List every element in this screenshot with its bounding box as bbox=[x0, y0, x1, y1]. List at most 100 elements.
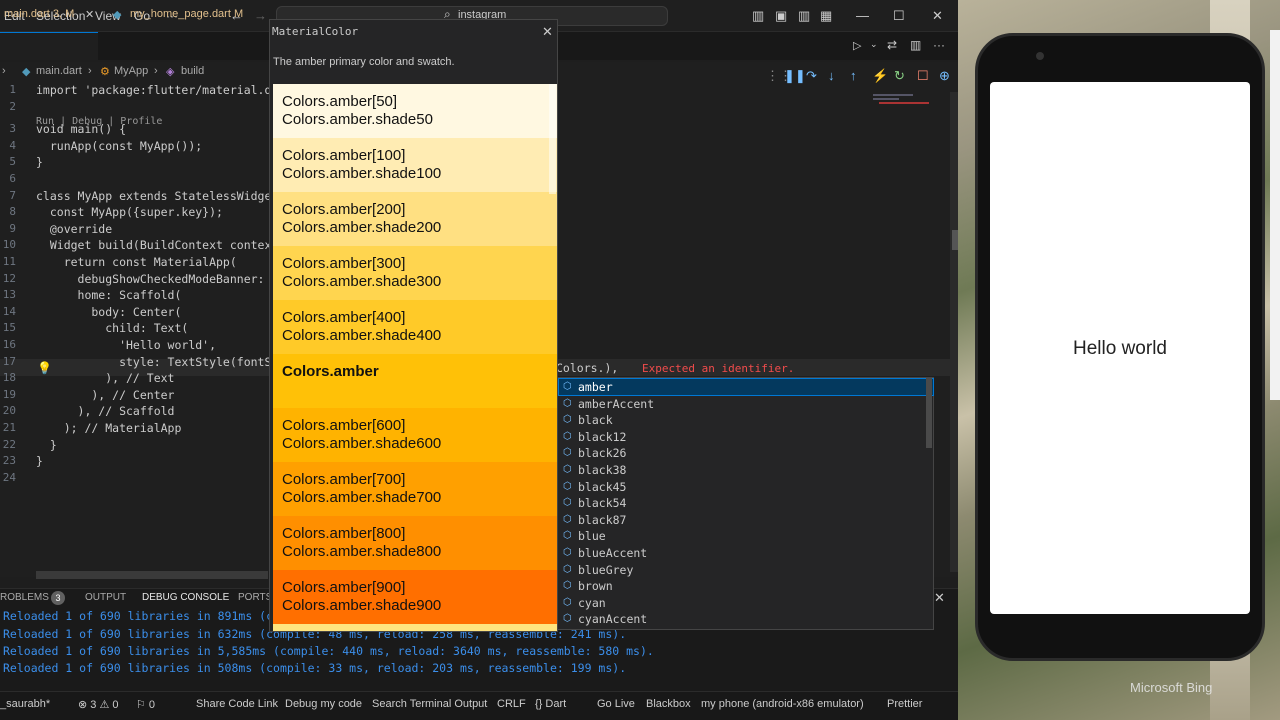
chevron-down-icon[interactable]: ⌄ bbox=[870, 39, 878, 50]
suggestion-item[interactable]: ⬡ amber bbox=[558, 378, 934, 396]
tab-ports[interactable]: PORTS bbox=[238, 592, 272, 603]
run-icon[interactable]: ▷ bbox=[853, 39, 861, 52]
suggestion-item[interactable]: ⬡ black87 bbox=[559, 512, 933, 528]
toggle-sidebar-icon[interactable]: ▥ bbox=[752, 8, 764, 24]
inspect-icon[interactable]: ⊕ bbox=[939, 68, 950, 84]
status-debug[interactable]: Debug my code bbox=[285, 698, 362, 710]
minimap[interactable] bbox=[865, 92, 945, 122]
pause-icon[interactable]: ❚❚ bbox=[784, 68, 806, 84]
code-line[interactable]: child: Text( bbox=[36, 321, 188, 335]
suggestion-scrollbar[interactable] bbox=[926, 378, 932, 448]
code-line[interactable]: body: Center( bbox=[36, 305, 181, 319]
code-line[interactable]: home: Scaffold( bbox=[36, 288, 182, 302]
status-go-live[interactable]: Go Live bbox=[597, 698, 635, 710]
swatch-row[interactable]: Colors.amber[900] Colors.amber.shade900 bbox=[273, 570, 557, 624]
swatch-row[interactable]: Colors.amber[400] Colors.amber.shade400 bbox=[273, 300, 557, 354]
code-line[interactable]: ); // MaterialApp bbox=[36, 421, 182, 435]
code-line[interactable]: } bbox=[36, 454, 43, 468]
status-branch[interactable]: _saurabh* bbox=[0, 698, 50, 710]
status-ports[interactable]: ⚐ 0 bbox=[136, 698, 155, 711]
swatch-row[interactable]: Colors.amber[800] Colors.amber.shade800 bbox=[273, 516, 557, 570]
emulator-screen[interactable]: Hello world bbox=[990, 82, 1250, 614]
breadcrumb-file[interactable]: main.dart bbox=[36, 65, 82, 77]
suggestion-item[interactable]: ⬡ black12 bbox=[559, 429, 933, 445]
swatch-row[interactable]: Colors.amber[50] Colors.amber.shade50 bbox=[273, 84, 557, 138]
suggestion-item[interactable]: ⬡ black45 bbox=[559, 479, 933, 495]
close-panel-icon[interactable]: ✕ bbox=[934, 590, 945, 606]
swatch-row[interactable]: Colors.amber bbox=[273, 354, 557, 408]
code-line[interactable]: import 'package:flutter/material.da bbox=[36, 83, 278, 97]
status-search-terminal[interactable]: Search Terminal Output bbox=[372, 698, 487, 710]
breadcrumb-class[interactable]: MyApp bbox=[114, 65, 148, 77]
code-line[interactable]: } bbox=[36, 155, 43, 169]
status-device[interactable]: my phone (android-x86 emulator) bbox=[701, 698, 864, 710]
suggestion-item[interactable]: ⬡ cyan bbox=[559, 595, 933, 611]
close-window-icon[interactable]: ✕ bbox=[932, 8, 943, 24]
step-into-icon[interactable]: ↓ bbox=[828, 68, 835, 83]
status-eol[interactable]: CRLF bbox=[497, 698, 526, 710]
code-line[interactable]: ), // Center bbox=[36, 388, 174, 402]
toggle-panel-icon[interactable]: ▣ bbox=[775, 8, 787, 24]
compare-icon[interactable]: ⇄ bbox=[887, 38, 897, 52]
status-blackbox[interactable]: Blackbox bbox=[646, 698, 691, 710]
code-line[interactable]: return const MaterialApp( bbox=[36, 255, 237, 269]
swatch-list[interactable]: Colors.amber[50] Colors.amber.shade50 Colo… bbox=[273, 84, 557, 631]
forward-arrow-icon[interactable]: → bbox=[254, 8, 267, 23]
code-line[interactable]: 'Hello world', bbox=[36, 338, 216, 352]
lightbulb-icon[interactable]: 💡 bbox=[37, 361, 52, 375]
tab-output[interactable]: OUTPUT bbox=[85, 592, 126, 603]
suggestion-item[interactable]: ⬡ black26 bbox=[559, 445, 933, 461]
status-language[interactable]: {} Dart bbox=[535, 698, 566, 710]
suggestion-item[interactable]: ⬡ blue bbox=[559, 528, 933, 544]
codelens[interactable]: Run | Debug | Profile bbox=[36, 116, 162, 127]
customize-layout-icon[interactable]: ▦ bbox=[820, 8, 832, 24]
suggestion-item[interactable]: ⬡ black bbox=[559, 412, 933, 428]
minimize-icon[interactable]: — bbox=[856, 8, 869, 23]
suggestion-item[interactable]: ⬡ black38 bbox=[559, 462, 933, 478]
swatch-row[interactable]: Colors.amber[700] Colors.amber.shade700 bbox=[273, 462, 557, 516]
step-over-icon[interactable]: ↷ bbox=[806, 68, 817, 84]
stop-icon[interactable]: ☐ bbox=[917, 68, 929, 84]
status-prettier[interactable]: Prettier bbox=[887, 698, 922, 710]
code-line[interactable]: style: TextStyle(fontS bbox=[36, 355, 271, 369]
code-line[interactable]: debugShowCheckedModeBanner: bbox=[36, 272, 271, 286]
code-line[interactable]: ), // Text bbox=[36, 371, 174, 385]
hot-reload-icon[interactable]: ⚡ bbox=[872, 68, 888, 84]
suggestion-item[interactable]: ⬡ black54 bbox=[559, 495, 933, 511]
toggle-secondary-sidebar-icon[interactable]: ▥ bbox=[798, 8, 810, 24]
tab-debug-console[interactable]: DEBUG CONSOLE bbox=[142, 592, 229, 603]
code-line[interactable]: class MyApp extends StatelessWidge bbox=[36, 189, 271, 203]
vertical-scrollbar[interactable] bbox=[950, 92, 958, 572]
close-tab-icon[interactable]: ✕ bbox=[85, 8, 94, 21]
split-editor-icon[interactable]: ▥ bbox=[910, 38, 921, 52]
suggestion-item[interactable]: ⬡ amberAccent bbox=[559, 396, 933, 412]
suggestion-item[interactable]: ⬡ blueGrey bbox=[559, 562, 933, 578]
close-icon[interactable]: ✕ bbox=[542, 24, 553, 40]
code-line[interactable]: ), // Scaffold bbox=[36, 404, 175, 418]
step-out-icon[interactable]: ↑ bbox=[850, 68, 857, 83]
swatch-row[interactable]: Colors.amber[200] Colors.amber.shade200 bbox=[273, 192, 557, 246]
breadcrumb-method[interactable]: build bbox=[181, 65, 204, 77]
swatch-row[interactable]: Colors.amber[300] Colors.amber.shade300 bbox=[273, 246, 557, 300]
tab-problems[interactable]: ROBLEMS bbox=[0, 592, 49, 603]
status-errors[interactable]: ⊗ 3 ⚠ 0 bbox=[78, 698, 118, 711]
restart-icon[interactable]: ↻ bbox=[894, 68, 905, 84]
status-share[interactable]: Share Code Link bbox=[196, 698, 278, 710]
tab-my-home-page[interactable]: my_home_page.dart M bbox=[130, 8, 243, 20]
code-line[interactable]: @override bbox=[36, 222, 112, 236]
scrollbar-thumb[interactable] bbox=[952, 230, 958, 250]
swatch-row[interactable]: Colors.amber[100] Colors.amber.shade100 bbox=[273, 138, 557, 192]
code-line[interactable]: const MyApp({super.key}); bbox=[36, 205, 223, 219]
maximize-icon[interactable]: ☐ bbox=[893, 8, 905, 24]
swatch-row[interactable]: Colors.amber[600] Colors.amber.shade600 bbox=[273, 408, 557, 462]
suggestion-item[interactable]: ⬡ blueAccent bbox=[559, 545, 933, 561]
code-line[interactable]: } bbox=[36, 438, 57, 452]
horizontal-scrollbar[interactable] bbox=[36, 571, 268, 579]
swatch-row[interactable]: Colors.amberAccent[100] bbox=[273, 624, 557, 631]
code-line[interactable]: runApp(const MyApp()); bbox=[36, 139, 202, 153]
hover-scrollbar[interactable] bbox=[549, 84, 556, 194]
more-actions-icon[interactable]: ··· bbox=[933, 38, 945, 52]
suggestion-item[interactable]: ⬡ brown bbox=[559, 578, 933, 594]
code-line[interactable]: Widget build(BuildContext contex bbox=[36, 238, 272, 252]
suggestion-item[interactable]: ⬡ cyanAccent bbox=[559, 611, 933, 627]
